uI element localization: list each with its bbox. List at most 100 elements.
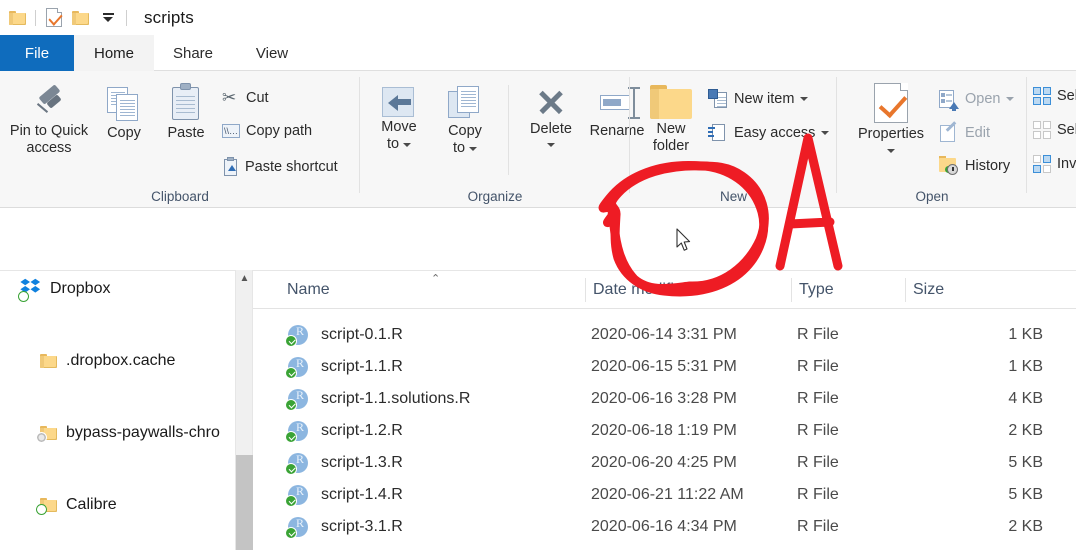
- divider: [126, 9, 127, 26]
- file-size: 4 KB: [1008, 390, 1043, 407]
- tab-share[interactable]: Share: [154, 35, 232, 71]
- pin-icon: [30, 84, 68, 123]
- copy-path-button[interactable]: \\… Copy path: [222, 123, 312, 139]
- copy-to-label-line1: Copy: [448, 123, 482, 139]
- delete-label: Delete: [530, 121, 572, 137]
- file-date: 2020-06-16 4:34 PM: [591, 518, 737, 535]
- new-folder-label-line1: New: [656, 121, 686, 137]
- file-name: script-1.1.R: [321, 358, 403, 375]
- file-size: 1 KB: [1008, 358, 1043, 375]
- copy-to-button[interactable]: Copy to: [434, 85, 496, 157]
- column-header-type[interactable]: Type: [799, 271, 834, 309]
- file-name: script-1.4.R: [321, 486, 403, 503]
- open-button[interactable]: Open: [939, 89, 1015, 111]
- file-size: 2 KB: [1008, 422, 1043, 439]
- chevron-down-icon[interactable]: [547, 143, 555, 147]
- r-file-icon: R: [285, 420, 308, 443]
- paste-label: Paste: [167, 125, 205, 141]
- sidebar-item-bypass-paywalls[interactable]: bypass-paywalls-chro: [0, 415, 235, 451]
- mouse-cursor: [676, 228, 692, 252]
- delete-button[interactable]: Delete: [518, 85, 584, 147]
- ribbon: Pin to Quick access Copy Paste ✂ Cut \\……: [0, 71, 1076, 208]
- chevron-down-icon[interactable]: [403, 142, 412, 147]
- pin-to-quick-access-button[interactable]: Pin to Quick access: [4, 84, 94, 157]
- group-label-organize: Organize: [467, 189, 523, 204]
- file-size: 1 KB: [1008, 326, 1043, 343]
- select-none-button[interactable]: Sel: [1033, 121, 1076, 139]
- table-row[interactable]: R script-1.3.R 2020-06-20 4:25 PM R File…: [253, 447, 1076, 479]
- r-file-icon: R: [285, 452, 308, 475]
- select-all-label: Sel: [1057, 88, 1076, 104]
- copy-path-label: Copy path: [246, 123, 313, 139]
- new-item-button[interactable]: New item: [708, 89, 809, 109]
- edit-label: Edit: [965, 125, 990, 141]
- table-row[interactable]: R script-1.1.R 2020-06-15 5:31 PM R File…: [253, 351, 1076, 383]
- file-date: 2020-06-20 4:25 PM: [591, 454, 737, 471]
- invert-selection-label: Inv: [1057, 156, 1076, 172]
- file-type: R File: [797, 518, 839, 535]
- tab-home[interactable]: Home: [74, 35, 154, 71]
- table-row[interactable]: R script-1.4.R 2020-06-21 11:22 AM R Fil…: [253, 479, 1076, 511]
- tab-view[interactable]: View: [232, 35, 312, 71]
- history-icon: [939, 156, 959, 175]
- history-button[interactable]: History: [939, 156, 1010, 175]
- sidebar-item-dropbox[interactable]: Dropbox: [0, 271, 235, 307]
- file-name: script-1.3.R: [321, 454, 403, 471]
- chevron-down-icon[interactable]: [1006, 97, 1015, 101]
- sidebar-scrollbar[interactable]: ▲: [236, 270, 253, 550]
- move-to-label-line1: Move: [381, 119, 417, 135]
- table-row[interactable]: R script-3.1.R 2020-06-16 4:34 PM R File…: [253, 511, 1076, 543]
- folder-icon[interactable]: [6, 7, 28, 29]
- paste-icon: [169, 83, 203, 121]
- file-name: script-1.1.solutions.R: [321, 390, 471, 407]
- sidebar-label: Dropbox: [50, 280, 111, 297]
- invert-selection-button[interactable]: Inv: [1033, 155, 1076, 173]
- table-row[interactable]: R script-1.1.solutions.R 2020-06-16 3:28…: [253, 383, 1076, 415]
- select-none-icon: [1033, 121, 1051, 139]
- group-label-new: New: [719, 189, 747, 204]
- column-header-name[interactable]: Name: [287, 271, 330, 309]
- ribbon-group-select: Sel Sel Inv: [1027, 71, 1076, 208]
- column-header-size[interactable]: Size: [913, 271, 944, 309]
- easy-access-label: Easy access: [734, 125, 816, 141]
- file-type: R File: [797, 390, 839, 407]
- group-label-clipboard: Clipboard: [151, 189, 209, 204]
- chevron-down-icon[interactable]: [469, 146, 478, 151]
- chevron-down-icon[interactable]: [821, 131, 830, 135]
- paste-button[interactable]: Paste: [158, 83, 214, 142]
- tab-file[interactable]: File: [0, 35, 74, 71]
- sidebar-item-calibre[interactable]: Calibre: [0, 487, 235, 523]
- file-list: ⌃ Name Date modified Type Size R script-…: [253, 270, 1076, 550]
- column-headers: ⌃ Name Date modified Type Size: [253, 271, 1076, 309]
- select-none-label: Sel: [1057, 122, 1076, 138]
- open-label: Open: [965, 91, 1001, 107]
- column-header-date-modified[interactable]: Date modified: [593, 271, 692, 309]
- copy-to-icon: [446, 85, 484, 123]
- properties-icon[interactable]: [43, 7, 65, 29]
- scrollbar-thumb[interactable]: [236, 455, 253, 550]
- file-name: script-0.1.R: [321, 326, 403, 343]
- cut-button[interactable]: ✂ Cut: [222, 89, 269, 107]
- r-file-icon: R: [285, 484, 308, 507]
- paste-shortcut-button[interactable]: Paste shortcut: [222, 157, 338, 176]
- file-name: script-3.1.R: [321, 518, 403, 535]
- table-row[interactable]: R script-1.2.R 2020-06-18 1:19 PM R File…: [253, 415, 1076, 447]
- new-folder-button[interactable]: New folder: [640, 85, 702, 155]
- table-row[interactable]: R script-0.1.R 2020-06-14 3:31 PM R File…: [253, 319, 1076, 351]
- chevron-down-icon[interactable]: [800, 97, 809, 101]
- easy-access-button[interactable]: Easy access: [708, 123, 830, 143]
- sidebar-item-dropbox-cache[interactable]: .dropbox.cache: [0, 343, 235, 379]
- customize-dropdown-icon[interactable]: [97, 7, 119, 29]
- file-size: 5 KB: [1008, 486, 1043, 503]
- r-file-icon: R: [285, 356, 308, 379]
- copy-button[interactable]: Copy: [96, 85, 152, 142]
- scroll-up-icon[interactable]: ▲: [236, 270, 253, 287]
- new-folder-icon[interactable]: [69, 7, 91, 29]
- properties-button[interactable]: Properties: [847, 83, 935, 153]
- chevron-down-icon[interactable]: [887, 149, 895, 153]
- ribbon-group-organize: Move to Copy to Delete Rename Organize: [360, 71, 644, 208]
- select-all-button[interactable]: Sel: [1033, 87, 1076, 105]
- move-to-button[interactable]: Move to: [368, 85, 430, 153]
- edit-button[interactable]: Edit: [939, 121, 990, 143]
- properties-icon: [874, 83, 908, 123]
